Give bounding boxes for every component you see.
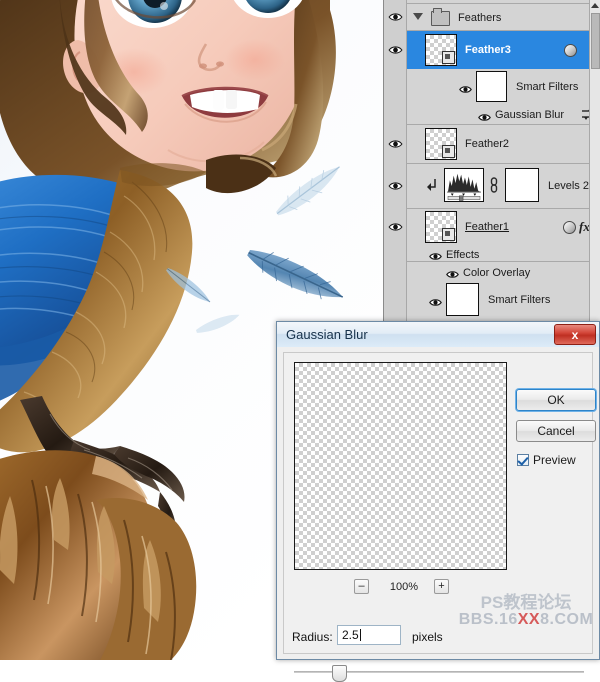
smart-object-badge-icon <box>442 51 455 64</box>
levels-histogram-thumbnail[interactable] <box>444 168 484 202</box>
blur-preview-pane[interactable] <box>294 362 507 570</box>
visibility-toggle-smart-filters-2[interactable] <box>429 294 442 312</box>
ok-button[interactable]: OK <box>516 389 596 411</box>
visibility-toggle-feather2[interactable] <box>384 125 407 163</box>
visibility-toggle-smart-filters[interactable] <box>459 81 471 89</box>
histogram-graphic <box>445 169 483 201</box>
layer-name-levels2: Levels 2 <box>548 181 589 192</box>
layer-row-gaussian-blur[interactable]: Gaussian Blur <box>384 104 600 124</box>
eye-icon <box>388 222 403 232</box>
zoom-in-button[interactable]: + <box>434 579 449 594</box>
smart-object-badge-icon <box>442 145 455 158</box>
visibility-toggle-feathers[interactable] <box>384 4 407 30</box>
layer-name-effects: Effects <box>446 250 479 261</box>
scroll-up-arrow-icon[interactable] <box>591 3 599 8</box>
filter-mask-icon[interactable] <box>564 44 577 57</box>
layer-name-feather3: Feather3 <box>465 45 511 56</box>
radius-slider[interactable] <box>294 665 584 679</box>
close-button[interactable]: x <box>554 324 596 345</box>
style-circle-icon[interactable] <box>563 221 576 234</box>
layer-row-feather2[interactable]: Feather2 <box>384 125 600 163</box>
dialog-body: OK Cancel Preview – 100% + Radius: 2.5 p… <box>277 347 599 659</box>
eye-icon <box>388 45 403 55</box>
eye-icon <box>459 85 472 94</box>
layer-name-feather2: Feather2 <box>465 139 509 150</box>
layer-row-feather1[interactable]: Feather1 fx <box>384 209 600 245</box>
smart-object-thumbnail-feather1[interactable] <box>425 211 457 243</box>
smart-filter-mask-thumbnail[interactable] <box>476 71 507 102</box>
preview-checkbox-row[interactable]: Preview <box>517 453 576 467</box>
eye-icon <box>429 298 442 307</box>
eye-icon <box>388 12 403 22</box>
layer-name-smart-filters-feather1: Smart Filters <box>488 295 550 306</box>
smart-object-thumbnail-feather3[interactable] <box>425 34 457 66</box>
layer-row-smart-filters-feather3[interactable]: Smart Filters <box>384 69 600 104</box>
folder-icon <box>431 11 450 26</box>
link-icon[interactable] <box>489 177 499 193</box>
smart-object-badge-icon <box>442 228 455 241</box>
smart-object-thumbnail-feather2[interactable] <box>425 128 457 160</box>
eye-icon <box>446 270 459 279</box>
dialog-title: Gaussian Blur <box>286 327 368 342</box>
layer-mask-thumbnail-levels2[interactable] <box>505 168 539 202</box>
radius-label: Radius: <box>292 630 333 644</box>
layers-panel[interactable]: Feathers Feather3 <box>383 0 600 322</box>
radius-input[interactable]: 2.5 <box>337 625 401 645</box>
layer-row-smart-filters-feather1[interactable]: Smart Filters <box>384 281 600 321</box>
layer-name-smart-filters-feather3: Smart Filters <box>516 82 578 93</box>
radius-units-label: pixels <box>412 630 443 644</box>
scrollbar-thumb[interactable] <box>591 13 600 69</box>
visibility-toggle-feather1[interactable] <box>384 209 407 245</box>
eye-icon <box>429 252 442 261</box>
eye-icon <box>478 113 491 122</box>
dialog-inner-frame: OK Cancel Preview – 100% + Radius: 2.5 p… <box>283 352 593 654</box>
gaussian-blur-dialog[interactable]: Gaussian Blur x OK Cancel Preview – 100%… <box>276 321 600 660</box>
smart-filter-mask-thumbnail-2[interactable] <box>446 283 479 316</box>
layer-row-levels2[interactable]: Levels 2 <box>384 164 600 208</box>
layer-name-feathers: Feathers <box>458 13 501 24</box>
dialog-titlebar[interactable]: Gaussian Blur x <box>277 322 599 348</box>
zoom-level-label: 100% <box>379 581 429 593</box>
layer-name-feather1: Feather1 <box>465 222 509 233</box>
layers-scrollbar[interactable] <box>589 0 600 322</box>
cancel-button[interactable]: Cancel <box>516 420 596 442</box>
effect-name-color-overlay: Color Overlay <box>463 268 530 279</box>
layer-row-feather3[interactable]: Feather3 <box>384 31 600 69</box>
slider-thumb[interactable] <box>332 665 347 682</box>
visibility-toggle-feather3[interactable] <box>384 31 407 69</box>
layer-row-feathers[interactable]: Feathers <box>384 4 600 30</box>
preview-label: Preview <box>533 453 576 467</box>
preview-checkbox[interactable] <box>517 454 529 466</box>
eye-icon <box>388 181 403 191</box>
radius-value: 2.5 <box>342 628 359 642</box>
filter-name-gaussian-blur: Gaussian Blur <box>495 110 564 121</box>
text-caret <box>360 629 361 641</box>
clipping-arrow-icon <box>426 178 438 191</box>
visibility-toggle-levels2[interactable] <box>384 164 407 208</box>
eye-icon <box>388 139 403 149</box>
zoom-out-button[interactable]: – <box>354 579 369 594</box>
layer-row-color-overlay[interactable]: Color Overlay <box>384 262 600 281</box>
disclosure-triangle-down-icon[interactable] <box>413 13 423 20</box>
